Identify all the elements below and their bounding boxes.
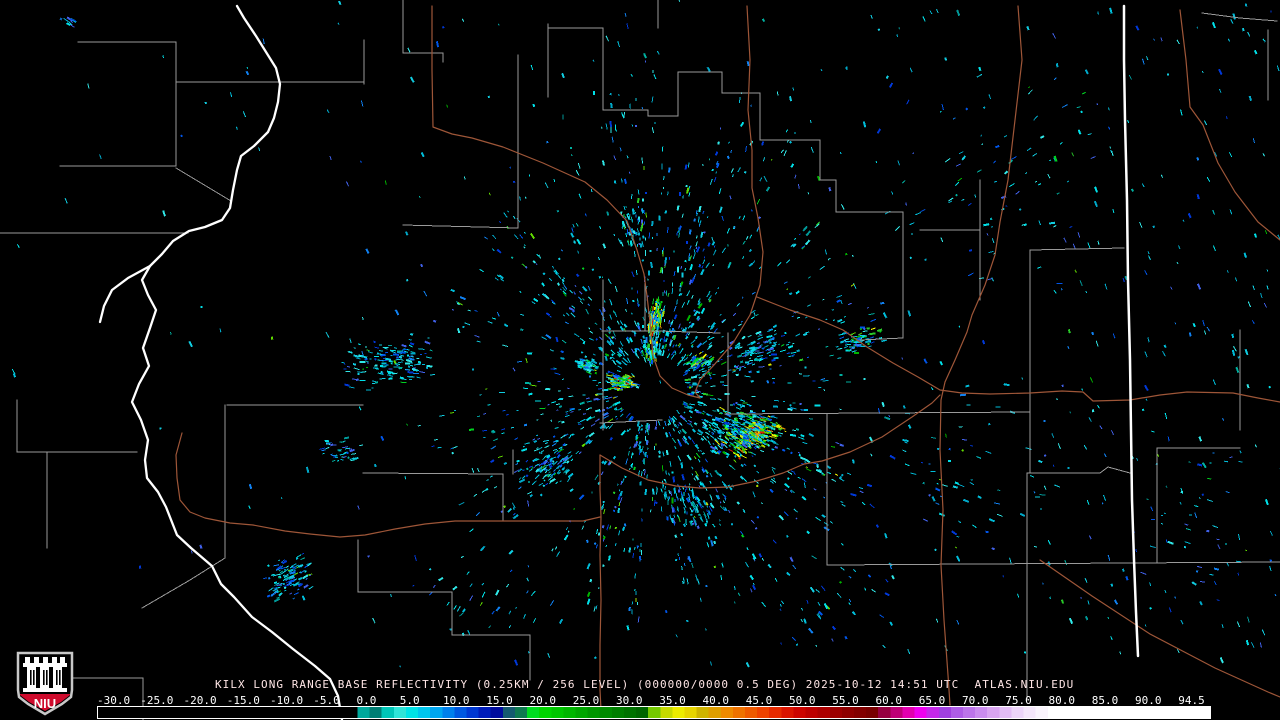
niu-logo: NIU	[16, 651, 74, 716]
product-caption: KILX LONG RANGE BASE REFLECTIVITY (0.25K…	[215, 678, 1075, 691]
radar-echoes-layer	[11, 0, 1280, 668]
niu-logo-text: NIU	[34, 696, 56, 711]
county-boundaries-layer	[0, 0, 1280, 720]
niu-castle-icon	[23, 657, 67, 692]
reflectivity-colorbar	[97, 706, 1211, 719]
radar-map-canvas	[0, 0, 1280, 720]
radar-display: KILX LONG RANGE BASE REFLECTIVITY (0.25K…	[0, 0, 1280, 720]
reflectivity-scale-labels: -30.0 -25.0 -20.0 -15.0 -10.0 -5.0 0.0 5.0 10.0 1…	[0, 694, 1280, 707]
